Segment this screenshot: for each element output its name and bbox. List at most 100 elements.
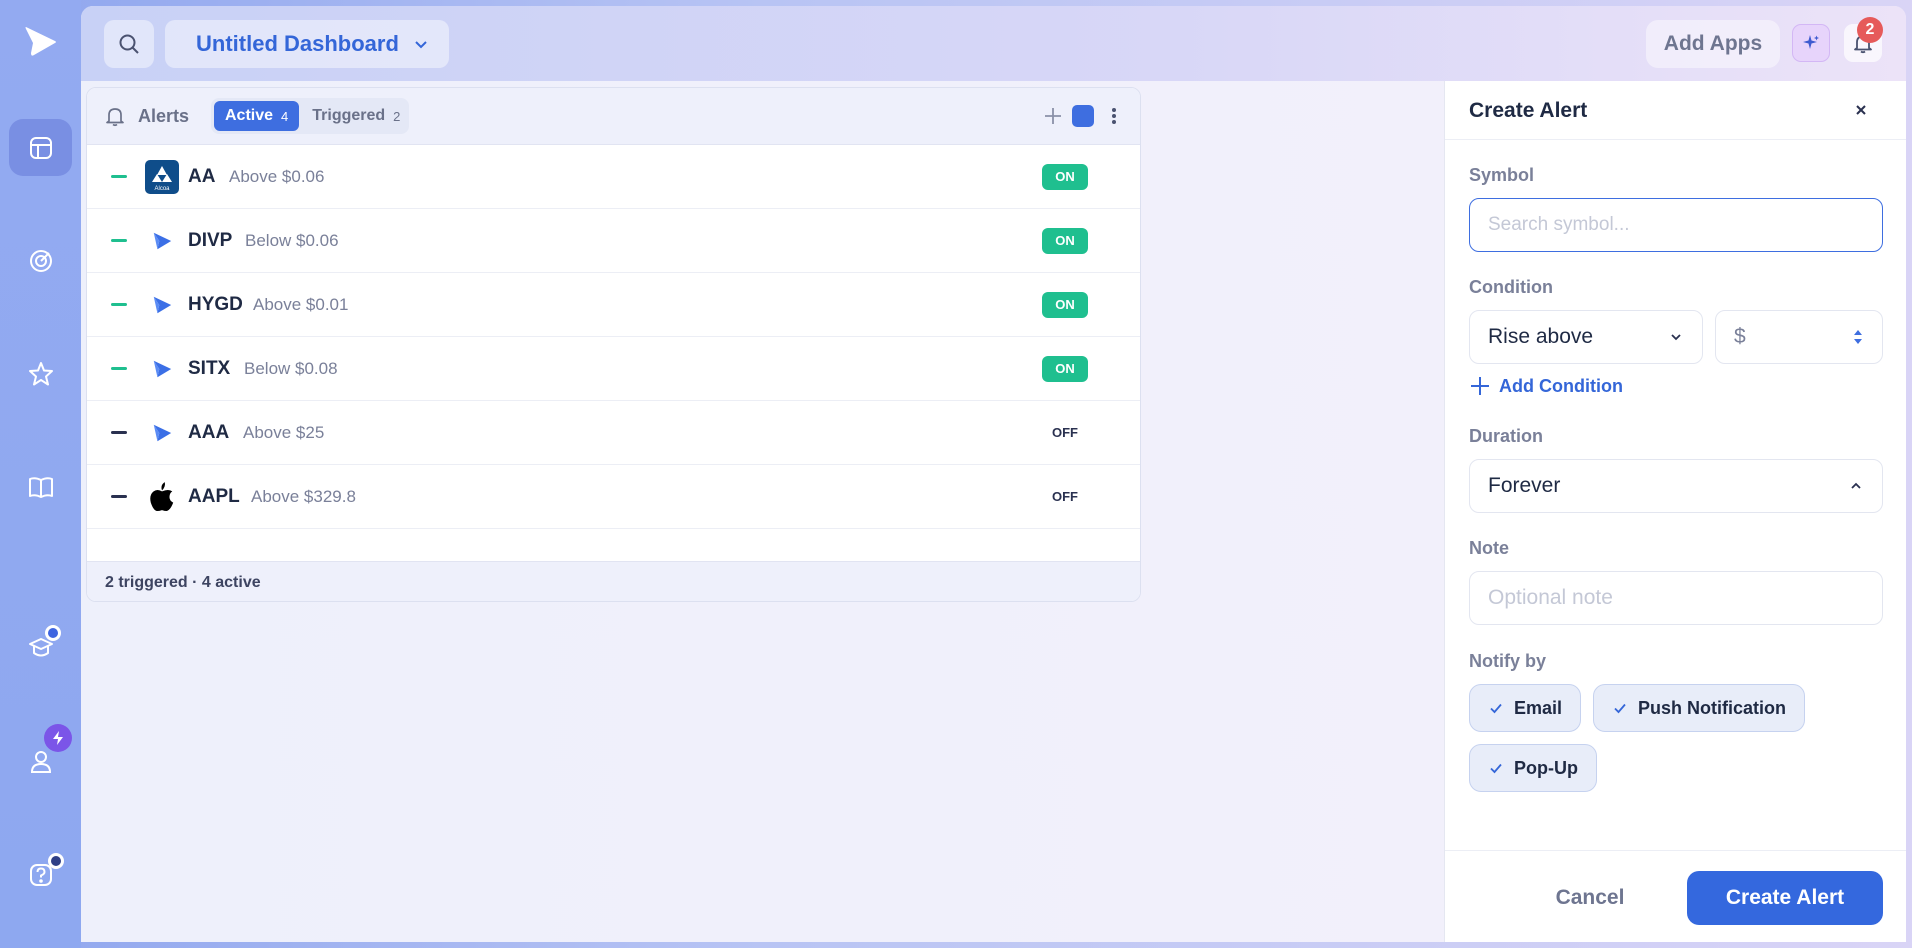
sidebar-item-watchlist[interactable]: [9, 345, 72, 402]
notify-email-chip[interactable]: Email: [1469, 684, 1582, 732]
duration-label: Duration: [1469, 426, 1543, 446]
check-icon: [1614, 703, 1626, 714]
panel-header: Create Alert: [1445, 81, 1906, 140]
play-logo-icon: [145, 224, 179, 258]
chip-label: Pop-Up: [1514, 757, 1578, 778]
add-condition-label: Add Condition: [1499, 375, 1623, 396]
alert-condition: Above $0.06: [229, 166, 325, 186]
play-logo-icon: [145, 288, 179, 322]
dashboard-title: Untitled Dashboard: [196, 31, 399, 56]
price-prefix: $: [1734, 325, 1746, 348]
sidebar-item-help[interactable]: [9, 846, 72, 903]
alcoa-logo-text: Alcoa: [154, 186, 170, 192]
alerts-widget-header: Alerts Active 4 Triggered 2: [87, 88, 1140, 145]
bell-icon: [106, 108, 124, 127]
alert-condition: Below $0.08: [244, 358, 338, 378]
alert-toggle-indicator: [111, 303, 127, 306]
status-badge[interactable]: ON: [1042, 227, 1088, 254]
status-badge[interactable]: ON: [1042, 291, 1088, 318]
alert-toggle-indicator: [111, 175, 127, 178]
alert-symbol: HYGD: [188, 293, 243, 315]
app-logo-icon[interactable]: [22, 24, 58, 60]
add-alert-icon[interactable]: [1041, 104, 1065, 128]
sidebar-item-learn[interactable]: [9, 458, 72, 515]
alert-condition: Above $25: [243, 422, 325, 442]
status-badge[interactable]: ON: [1042, 163, 1088, 190]
education-notification-dot: [45, 625, 61, 641]
alert-toggle-indicator: [111, 431, 127, 434]
alert-row[interactable]: AAA Above $25 OFF: [87, 401, 1140, 465]
condition-value: Rise above: [1488, 325, 1594, 348]
alerts-widget: Alerts Active 4 Triggered 2 Alcoa AA Abo…: [86, 87, 1141, 602]
alert-condition: Above $0.01: [253, 294, 349, 314]
alert-row[interactable]: AAPL Above $329.8 OFF: [87, 465, 1140, 529]
ai-assistant-button[interactable]: [1792, 24, 1830, 62]
book-icon: [28, 476, 53, 498]
dashboard-icon: [29, 136, 52, 159]
chevron-down-icon: [415, 41, 427, 49]
add-condition-button[interactable]: Add Condition: [1469, 375, 1623, 397]
play-logo-icon: [145, 416, 179, 450]
cancel-button[interactable]: Cancel: [1530, 871, 1650, 925]
close-icon[interactable]: [1851, 100, 1871, 120]
check-icon: [1490, 763, 1502, 774]
create-alert-button[interactable]: Create Alert: [1687, 871, 1883, 925]
star-icon: [28, 361, 53, 385]
duration-select[interactable]: Forever: [1469, 459, 1883, 513]
tab-label: Active: [225, 107, 274, 124]
tab-count: 4: [281, 108, 289, 124]
notify-popup-chip[interactable]: Pop-Up: [1469, 744, 1597, 792]
apple-logo-icon: [145, 480, 179, 514]
alert-symbol: AAPL: [188, 485, 240, 507]
dashboard-selector[interactable]: Untitled Dashboard: [165, 20, 449, 68]
condition-select[interactable]: Rise above: [1469, 310, 1703, 364]
help-notification-dot: [48, 853, 64, 869]
alert-symbol: AA: [188, 165, 216, 187]
play-logo-icon: [145, 352, 179, 386]
symbol-label: Symbol: [1469, 165, 1535, 185]
status-badge[interactable]: OFF: [1042, 420, 1088, 446]
alert-row[interactable]: Alcoa AA Above $0.06 ON: [87, 145, 1140, 209]
panel-footer: Cancel Create Alert: [1445, 850, 1906, 942]
panel-title: Create Alert: [1469, 99, 1588, 122]
alert-toggle-indicator: [111, 495, 127, 498]
chevron-down-icon: [1671, 334, 1681, 341]
more-menu-icon[interactable]: [1109, 104, 1119, 128]
alcoa-logo-icon: Alcoa: [145, 159, 179, 194]
chevron-up-icon: [1851, 482, 1861, 489]
sidebar: [0, 0, 81, 948]
add-apps-button[interactable]: Add Apps: [1646, 20, 1780, 68]
check-icon: [1490, 703, 1502, 714]
alert-row[interactable]: DIVP Below $0.06 ON: [87, 209, 1140, 273]
stepper-icon[interactable]: [1852, 328, 1864, 346]
symbol-placeholder: Search symbol...: [1488, 214, 1630, 235]
alert-symbol: SITX: [188, 357, 231, 379]
search-icon: [119, 34, 139, 54]
status-badge[interactable]: ON: [1042, 355, 1088, 382]
symbol-search-input[interactable]: Search symbol...: [1469, 198, 1883, 252]
search-button[interactable]: [104, 20, 154, 68]
status-badge[interactable]: OFF: [1042, 484, 1088, 510]
tab-label: Triggered: [312, 107, 386, 124]
widget-color-swatch[interactable]: [1072, 105, 1094, 127]
note-input[interactable]: Optional note: [1469, 571, 1883, 625]
notify-push-chip[interactable]: Push Notification: [1593, 684, 1805, 732]
chip-label: Push Notification: [1638, 697, 1786, 718]
plus-icon: [1471, 377, 1489, 395]
duration-value: Forever: [1488, 474, 1561, 497]
tab-active[interactable]: Active 4: [214, 101, 300, 131]
notification-badge: 2: [1857, 17, 1883, 43]
sidebar-item-dashboards[interactable]: [9, 119, 72, 176]
sparkle-icon: [1803, 35, 1819, 49]
sidebar-item-education[interactable]: [9, 618, 72, 675]
tab-triggered[interactable]: Triggered 2: [301, 101, 411, 131]
notify-by-label: Notify by: [1469, 651, 1547, 671]
alerts-tab-group: Active 4 Triggered 2: [211, 98, 409, 134]
alert-row[interactable]: SITX Below $0.08 ON: [87, 337, 1140, 401]
alerts-title: Alerts: [138, 106, 190, 126]
sidebar-item-scanner[interactable]: [9, 232, 72, 289]
user-icon: [30, 750, 51, 773]
alert-row[interactable]: HYGD Above $0.01 ON: [87, 273, 1140, 337]
price-input[interactable]: $: [1715, 310, 1883, 364]
lightning-icon: [44, 724, 72, 752]
